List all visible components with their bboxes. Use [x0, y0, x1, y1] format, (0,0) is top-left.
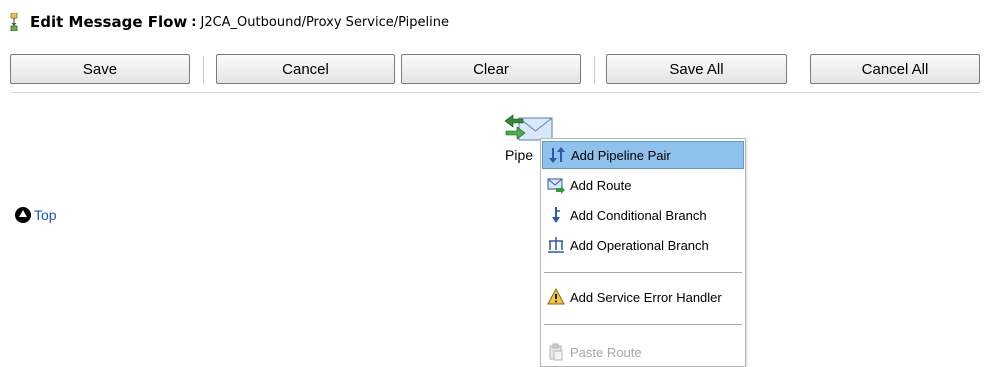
menu-item-label: Add Operational Branch: [570, 237, 709, 253]
context-menu: Add Pipeline Pair Add Route Add Conditio…: [540, 138, 746, 367]
menu-item-add-conditional-branch[interactable]: Add Conditional Branch: [542, 201, 744, 229]
cancel-button[interactable]: Cancel: [216, 54, 395, 84]
menu-item-paste-route[interactable]: Paste Route: [542, 338, 744, 366]
conditional-branch-icon: [547, 206, 565, 224]
message-flow-icon: [8, 12, 20, 32]
save-button[interactable]: Save: [10, 54, 190, 84]
menu-item-label: Add Service Error Handler: [570, 289, 722, 305]
toolbar: Save Cancel Clear Save All Cancel All: [10, 54, 980, 86]
cancel-all-button[interactable]: Cancel All: [810, 54, 980, 84]
menu-item-add-pipeline-pair[interactable]: Add Pipeline Pair: [542, 141, 744, 169]
menu-separator: [544, 272, 742, 273]
menu-item-label: Paste Route: [570, 344, 642, 360]
menu-separator: [544, 324, 742, 325]
toolbar-divider: [594, 56, 595, 84]
top-link[interactable]: Top: [15, 207, 57, 223]
menu-item-label: Add Route: [570, 177, 632, 193]
menu-item-label: Add Conditional Branch: [570, 207, 707, 223]
up-arrow-circle-icon: [15, 207, 31, 223]
menu-item-add-service-error-handler[interactable]: Add Service Error Handler: [542, 283, 744, 311]
toolbar-divider: [203, 56, 204, 84]
menu-item-label: Add Pipeline Pair: [571, 147, 671, 163]
clear-button[interactable]: Clear: [401, 54, 581, 84]
warning-icon: [547, 288, 565, 306]
pipeline-node-label[interactable]: Pipe: [505, 147, 533, 163]
top-link-label: Top: [34, 207, 57, 223]
operational-branch-icon: [547, 236, 565, 254]
save-all-button[interactable]: Save All: [606, 54, 787, 84]
route-icon: [547, 176, 565, 194]
pipeline-pair-icon: [548, 146, 566, 164]
toolbar-rule: [10, 92, 980, 93]
menu-item-add-operational-branch[interactable]: Add Operational Branch: [542, 231, 744, 259]
paste-icon: [547, 343, 565, 361]
menu-item-add-route[interactable]: Add Route: [542, 171, 744, 199]
page-header: Edit Message Flow : J2CA_Outbound/Proxy …: [8, 12, 449, 32]
flow-path: J2CA_Outbound/Proxy Service/Pipeline: [200, 14, 449, 30]
page-title: Edit Message Flow: [30, 13, 188, 31]
title-separator: :: [191, 14, 197, 30]
